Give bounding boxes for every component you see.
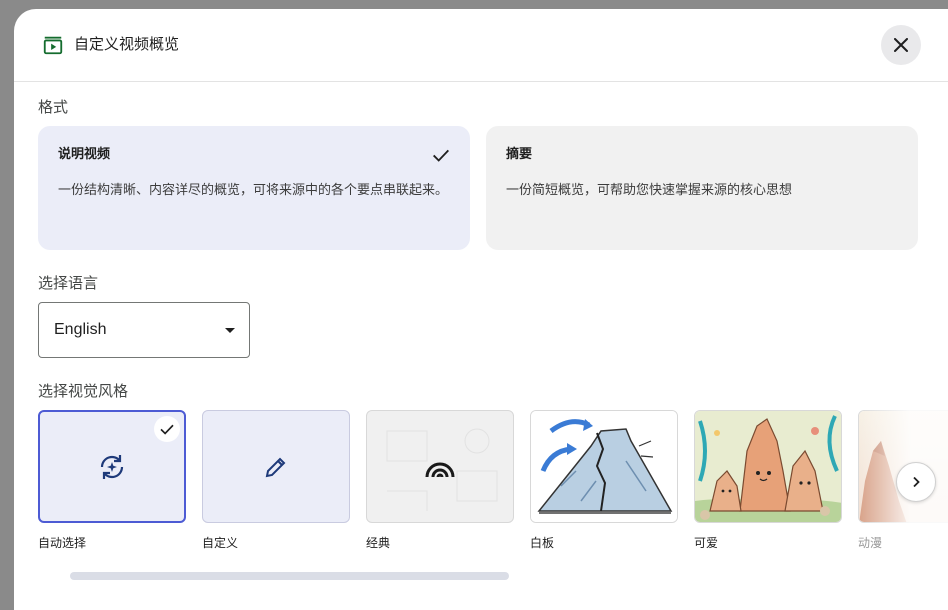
dropdown-caret-icon: [225, 328, 235, 333]
auto-select-icon: [100, 454, 124, 479]
video-overview-icon: [43, 36, 63, 55]
check-icon: [154, 416, 180, 442]
horizontal-scrollbar[interactable]: [70, 572, 509, 580]
close-button[interactable]: [881, 25, 921, 65]
style-option-whiteboard[interactable]: [530, 410, 678, 523]
format-option-title: 说明视频: [58, 147, 111, 162]
kawaii-image: [695, 411, 841, 522]
classic-rainbow-icon: [425, 462, 455, 477]
style-option-classic[interactable]: [366, 410, 514, 523]
format-option-explainer[interactable]: 说明视频 一份结构清晰、内容详尽的概览，可将来源中的各个要点串联起来。: [38, 126, 470, 250]
chevron-right-icon: [913, 476, 920, 488]
customize-video-overview-dialog: 自定义视频概览 格式 说明视频 一份结构清晰、内容详尽的概览，可将来源中的各个要…: [14, 9, 948, 610]
style-option-auto[interactable]: [38, 410, 186, 523]
format-option-desc: 一份简短概览，可帮助您快速掌握来源的核心思想: [506, 183, 793, 198]
close-icon: [894, 38, 908, 52]
format-option-summary[interactable]: 摘要 一份简短概览，可帮助您快速掌握来源的核心思想: [486, 126, 918, 250]
style-option-cute[interactable]: [694, 410, 842, 523]
style-label-anime: 动漫: [858, 536, 883, 550]
visual-style-label: 选择视觉风格: [38, 382, 129, 400]
pencil-icon: [265, 457, 286, 477]
carousel-next-button[interactable]: [896, 462, 936, 502]
language-select[interactable]: English: [38, 302, 250, 358]
style-label-auto: 自动选择: [38, 536, 87, 550]
style-option-custom[interactable]: [202, 410, 350, 523]
dialog-header: 自定义视频概览: [14, 9, 948, 82]
dialog-title: 自定义视频概览: [74, 35, 180, 53]
language-value: English: [54, 321, 107, 338]
style-label-cute: 可爱: [694, 536, 719, 550]
format-label: 格式: [38, 98, 69, 116]
whiteboard-image: [531, 411, 677, 522]
language-label: 选择语言: [38, 274, 99, 292]
style-label-custom: 自定义: [202, 536, 239, 550]
style-label-whiteboard: 白板: [530, 536, 555, 550]
style-label-classic: 经典: [366, 536, 391, 550]
check-icon: [433, 149, 449, 162]
format-option-title: 摘要: [506, 147, 533, 162]
format-option-desc: 一份结构清晰、内容详尽的概览，可将来源中的各个要点串联起来。: [58, 183, 449, 198]
